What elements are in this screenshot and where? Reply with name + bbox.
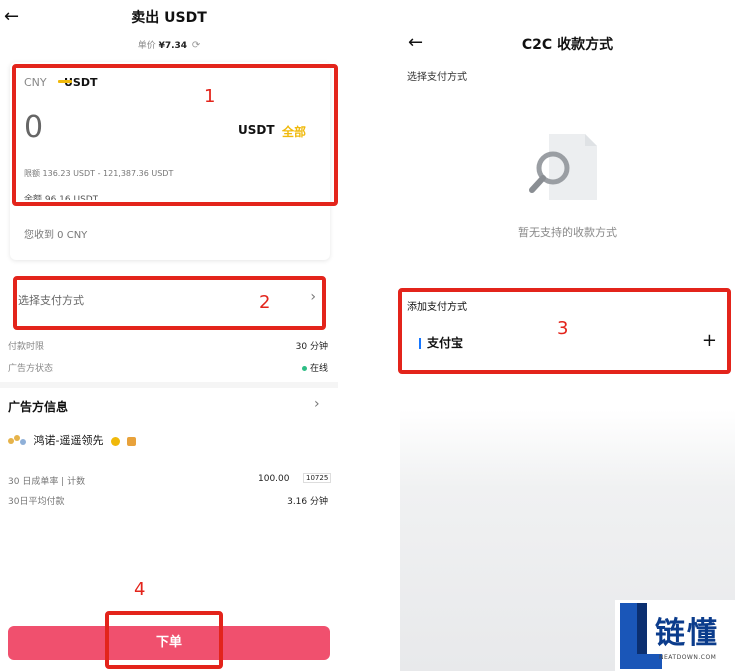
logo-english: NEATDOWN.COM — [659, 654, 717, 661]
verified-badge-icon — [110, 436, 120, 446]
adv-status-label: 广告方状态 — [8, 364, 54, 374]
highlight-box-1 — [12, 64, 338, 206]
adv-status-value: 在线 — [301, 361, 328, 374]
stat2-value: 3.16 分钟 — [287, 497, 328, 507]
avatar-icon — [8, 435, 26, 447]
pay-time-value: 30 分钟 — [295, 342, 328, 352]
annotation-number-2: 2 — [259, 292, 271, 313]
advertiser-row[interactable]: 鸿诺-遥遥领先 — [8, 432, 137, 448]
pay-time-label: 付款时限 — [8, 342, 45, 352]
highlight-box-2 — [13, 276, 326, 330]
completion-rate-row: 30 日成单率 | 计数 100.00 10725 — [8, 473, 332, 487]
logo-chinese: 链懂 — [655, 616, 719, 651]
unit-price: 单价 ¥7.34 ⟳ — [0, 38, 338, 51]
stat2-label: 30日平均付款 — [8, 497, 65, 507]
price-value: ¥7.34 — [158, 41, 188, 51]
screenshot-composite: ← 卖出 USDT 单价 ¥7.34 ⟳ CNY USDT 0 USDT 全部 … — [0, 0, 735, 671]
section-divider — [0, 382, 338, 388]
adv-status-row: 广告方状态 在线 — [8, 361, 328, 374]
pay-time-row: 付款时限 30 分钟 — [8, 339, 328, 352]
shield-badge-icon — [127, 436, 137, 446]
advertiser-info-title[interactable]: 广告方信息 — [8, 398, 68, 415]
stat1-label: 30 日成单率 | 计数 — [8, 477, 86, 487]
page-title: C2C 收款方式 — [521, 37, 614, 53]
avg-payment-row: 30日平均付款 3.16 分钟 — [8, 494, 328, 507]
neatdown-logo: 链懂 NEATDOWN.COM — [615, 600, 735, 671]
empty-document-search-icon — [529, 134, 597, 200]
empty-state-text: 暂无支持的收款方式 — [518, 226, 617, 239]
page-title: 卖出 USDT — [131, 10, 207, 26]
refresh-icon[interactable]: ⟳ — [192, 40, 200, 51]
annotation-number-1: 1 — [204, 86, 216, 107]
advertiser-name: 鸿诺-遥遥领先 — [33, 434, 104, 447]
stat1-count: 10725 — [303, 473, 332, 483]
receive-text: 您收到 0 CNY — [24, 230, 88, 241]
price-label: 单价 — [137, 41, 156, 51]
online-text: 在线 — [309, 364, 328, 374]
highlight-box-4 — [105, 611, 223, 669]
online-dot-icon — [301, 366, 307, 371]
annotation-number-4: 4 — [134, 579, 146, 600]
select-method-label: 选择支付方式 — [407, 72, 467, 83]
chevron-right-icon[interactable]: › — [314, 396, 320, 412]
stat1-value: 100.00 — [258, 474, 290, 484]
annotation-number-3: 3 — [557, 318, 569, 339]
